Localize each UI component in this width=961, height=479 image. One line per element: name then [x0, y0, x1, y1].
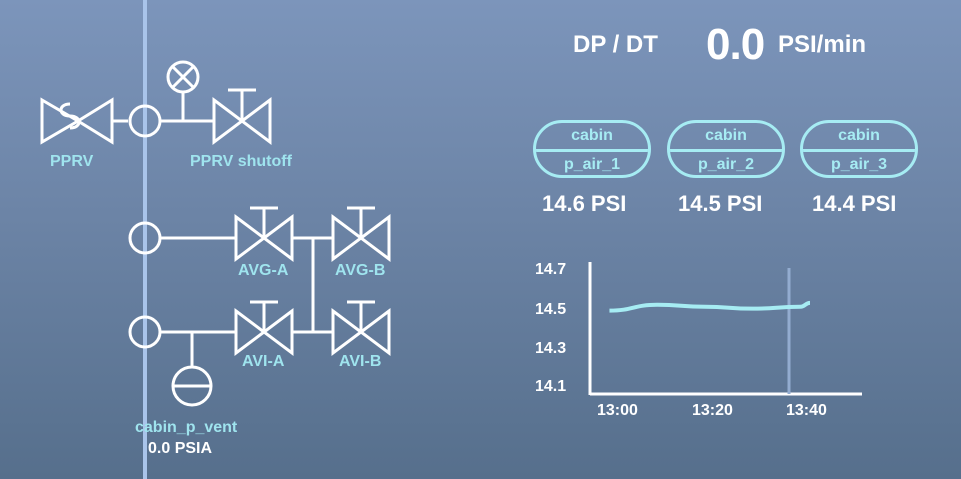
sensor-1-reading: 14.6 PSI — [542, 191, 627, 216]
pprv-shutoff-valve[interactable] — [212, 88, 272, 145]
cabin-p-vent-gauge[interactable] — [171, 365, 213, 407]
sensor-3-reading: 14.4 PSI — [812, 191, 897, 216]
avi-b-label: AVI-B — [339, 353, 382, 370]
sensor-bottom-label: p_air_1 — [563, 156, 621, 173]
sensor-top-label: cabin — [571, 127, 613, 144]
trend-chart — [588, 262, 862, 396]
pprv-shutoff-label: PPRV shutoff — [190, 153, 292, 170]
sensor-p-air-3[interactable]: cabin p_air_3 — [800, 120, 918, 178]
x-tick-label: 13:40 — [786, 402, 827, 419]
rate-label: DP / DT — [573, 31, 658, 58]
sensor-top-label: cabin — [838, 127, 880, 144]
cabin-pressure-trend-line — [609, 300, 811, 313]
y-tick-label: 14.3 — [535, 340, 567, 357]
avi-a-label: AVI-A — [242, 353, 285, 370]
avi-a-valve[interactable] — [234, 300, 294, 356]
y-tick-label: 14.5 — [535, 301, 567, 318]
rate-unit: PSI/min — [778, 31, 867, 58]
sensor-p-air-2[interactable]: cabin p_air_2 — [667, 120, 785, 178]
x-tick-label: 13:00 — [597, 402, 638, 419]
cabin-p-vent-label: cabin_p_vent — [135, 419, 238, 436]
avg-b-valve[interactable] — [331, 206, 391, 262]
cabin-p-vent-value: 0.0 PSIA — [148, 440, 213, 457]
pprv-label: PPRV — [50, 153, 94, 170]
avg-a-label: AVG-A — [238, 262, 289, 279]
y-tick-label: 14.7 — [535, 261, 567, 278]
avg-b-label: AVG-B — [335, 262, 386, 279]
sensor-top-label: cabin — [705, 127, 747, 144]
x-tick-label: 13:20 — [692, 402, 733, 419]
avg-a-valve[interactable] — [234, 206, 294, 262]
sensor-2-reading: 14.5 PSI — [678, 191, 763, 216]
sensor-bottom-label: p_air_2 — [697, 156, 755, 173]
sensor-p-air-1[interactable]: cabin p_air_1 — [533, 120, 651, 178]
avi-b-valve[interactable] — [331, 300, 391, 356]
sensor-bottom-label: p_air_3 — [830, 156, 888, 173]
x-indicator-icon[interactable] — [166, 60, 200, 94]
rate-value: 0.0 — [706, 20, 765, 69]
y-tick-label: 14.1 — [535, 378, 567, 395]
pprv-valve[interactable] — [40, 97, 114, 145]
